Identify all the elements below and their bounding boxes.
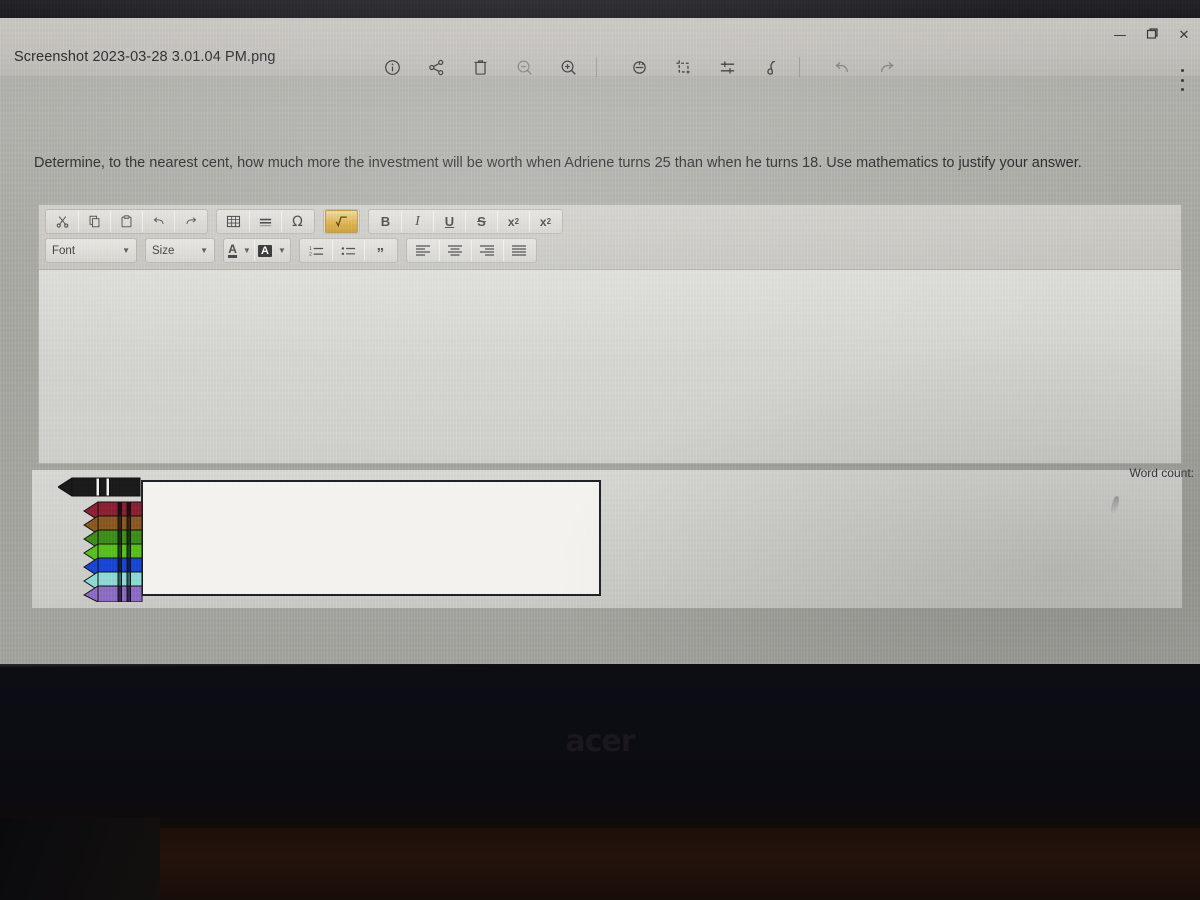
alignment-group[interactable] [405,238,537,263]
bold-icon[interactable]: B [370,211,402,232]
insert-group[interactable]: Ω [216,209,315,234]
editor-text-area[interactable] [38,269,1182,464]
kebab-dot [1180,69,1184,72]
align-center-icon[interactable] [440,240,472,261]
svg-text:1: 1 [309,246,312,252]
list-group[interactable]: 12 ” [298,237,398,264]
chevron-down-icon: ▼ [122,246,130,255]
desk-shadow [0,818,160,900]
desk-surface [0,828,1200,900]
laptop-screen-photo: Determine, to the nearest cent, how much… [0,0,1200,900]
size-select-value: Size [152,244,175,257]
underline-icon[interactable]: U [434,211,466,232]
undo-icon[interactable] [143,211,175,232]
zoom-in-icon[interactable] [546,54,590,80]
undo-icon[interactable] [820,54,864,80]
align-justify-icon[interactable] [504,240,535,261]
share-icon[interactable] [414,54,458,80]
copy-icon[interactable] [79,211,111,232]
delete-icon[interactable] [458,54,502,80]
background-color-icon[interactable]: A ▼ [255,240,289,261]
editor-toolbar-row-2[interactable]: Font ▼ Size ▼ A ▼ A ▼ 1 2 ” [45,238,1175,263]
window-top-strip [0,0,1200,18]
clipboard-group[interactable] [45,209,208,234]
kebab-dot [1180,78,1184,82]
zoom-out-icon[interactable] [502,54,546,80]
math-equation-icon[interactable] [325,210,358,233]
redo-icon[interactable] [864,54,908,80]
question-text: Determine, to the nearest cent, how much… [34,155,1082,171]
align-right-icon[interactable] [472,240,504,261]
font-select[interactable]: Font ▼ [45,238,137,263]
editor-toolbar-row-1[interactable]: Ω B I U S x2 x2 [45,209,1175,234]
special-character-icon: Ω [292,213,303,230]
viewer-title-bar: — ✕ Screenshot 2023-03-28 3.01.04 PM.png [0,18,1200,91]
math-group[interactable] [323,209,360,234]
toolbar-separator [596,57,611,77]
rich-text-editor[interactable]: Ω B I U S x2 x2 Font ▼ Size ▼ A ▼ A ▼ 1 … [38,204,1182,464]
svg-text:2: 2 [309,251,312,256]
size-select[interactable]: Size ▼ [145,238,215,263]
blockquote-icon[interactable]: ” [365,237,396,264]
text-color-icon[interactable]: A ▼ [225,240,255,261]
numbered-list-icon[interactable]: 12 [301,240,333,261]
italic-icon[interactable]: I [402,211,434,232]
table-icon[interactable] [218,211,250,232]
color-group[interactable]: A ▼ A ▼ [223,238,291,263]
brand-logo: acer [565,724,635,759]
editor-toolbar[interactable]: Ω B I U S x2 x2 Font ▼ Size ▼ A ▼ A ▼ 1 … [38,204,1182,269]
strikethrough-icon[interactable]: S [466,211,498,232]
markup-icon[interactable] [749,54,793,80]
crayon-box-image [58,477,601,602]
crayon-black [58,477,141,497]
redo-icon[interactable] [175,211,206,232]
crayon-purple [82,585,143,602]
superscript-icon[interactable]: x2 [530,211,561,232]
image-viewer-toolbar[interactable] [370,54,908,80]
bulleted-list-icon[interactable] [333,240,365,261]
rotate-icon[interactable] [617,54,661,80]
adjust-icon[interactable] [705,54,749,80]
subscript-icon[interactable]: x2 [498,211,530,232]
restore-button[interactable] [1144,28,1160,44]
screen-area: Determine, to the nearest cent, how much… [0,0,1200,664]
toolbar-separator [799,57,814,77]
file-name-label: Screenshot 2023-03-28 3.01.04 PM.png [14,49,276,65]
info-icon[interactable] [370,54,414,80]
chevron-down-icon: ▼ [277,246,286,255]
crop-icon[interactable] [661,54,705,80]
overflow-menu-button[interactable] [1174,66,1190,94]
kebab-dot [1180,88,1184,91]
chevron-down-icon: ▼ [200,246,208,255]
cut-icon[interactable] [47,211,79,232]
close-button[interactable]: ✕ [1176,28,1192,44]
word-count-label: Word count: [1129,466,1194,480]
window-controls[interactable]: — ✕ [1112,28,1192,44]
paste-icon[interactable] [111,211,143,232]
minimize-button[interactable]: — [1112,28,1128,44]
align-left-icon[interactable] [408,240,440,261]
horizontal-rule-icon[interactable] [250,211,282,232]
font-select-value: Font [52,244,76,257]
chevron-down-icon: ▼ [242,246,251,255]
text-format-group[interactable]: B I U S x2 x2 [368,209,563,234]
